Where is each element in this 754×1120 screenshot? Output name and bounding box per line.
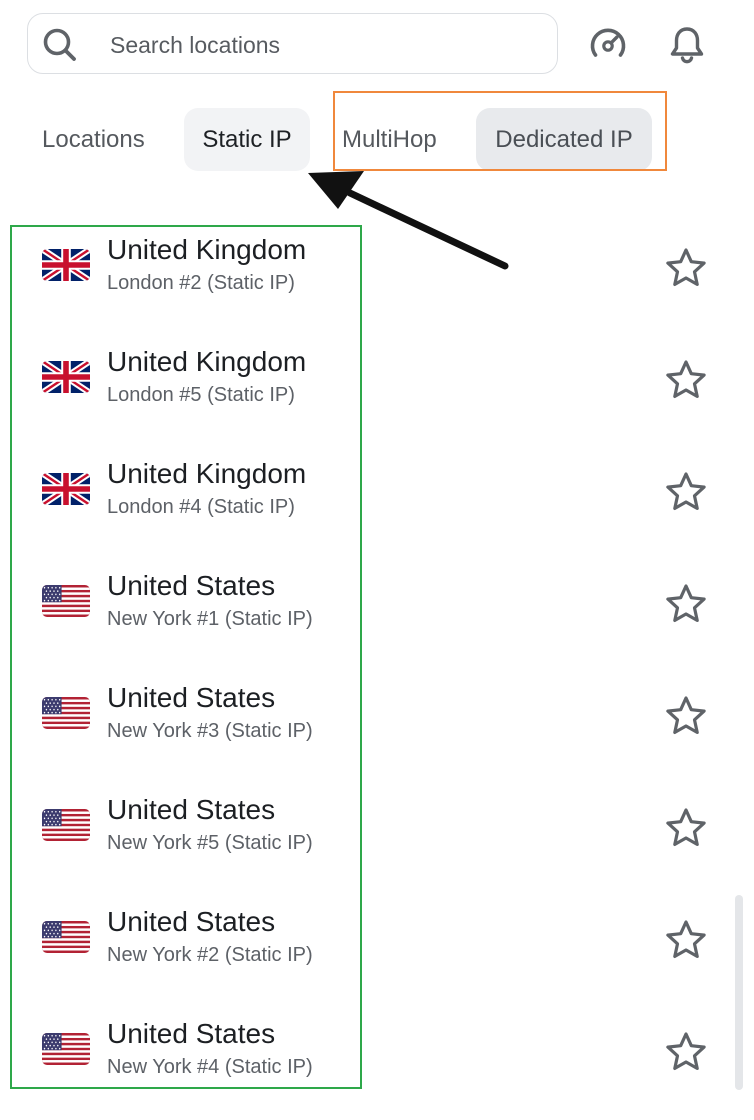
search-icon — [43, 28, 76, 61]
search-input[interactable] — [108, 22, 542, 68]
speedometer-icon[interactable] — [586, 22, 630, 66]
favorite-star-icon[interactable] — [664, 246, 708, 290]
tab-static-ip[interactable]: Static IP — [184, 108, 310, 171]
favorite-star-icon[interactable] — [664, 582, 708, 626]
tab-locations[interactable]: Locations — [42, 108, 145, 171]
favorite-star-icon[interactable] — [664, 358, 708, 402]
favorite-star-icon[interactable] — [664, 806, 708, 850]
favorite-star-icon[interactable] — [664, 694, 708, 738]
orange-highlight-box — [333, 91, 667, 171]
scrollbar[interactable] — [735, 895, 743, 1090]
search-bar — [27, 13, 558, 74]
bell-icon[interactable] — [665, 22, 709, 66]
favorite-star-icon[interactable] — [664, 1030, 708, 1074]
favorite-star-icon[interactable] — [664, 470, 708, 514]
favorite-star-icon[interactable] — [664, 918, 708, 962]
green-highlight-box — [10, 225, 362, 1089]
